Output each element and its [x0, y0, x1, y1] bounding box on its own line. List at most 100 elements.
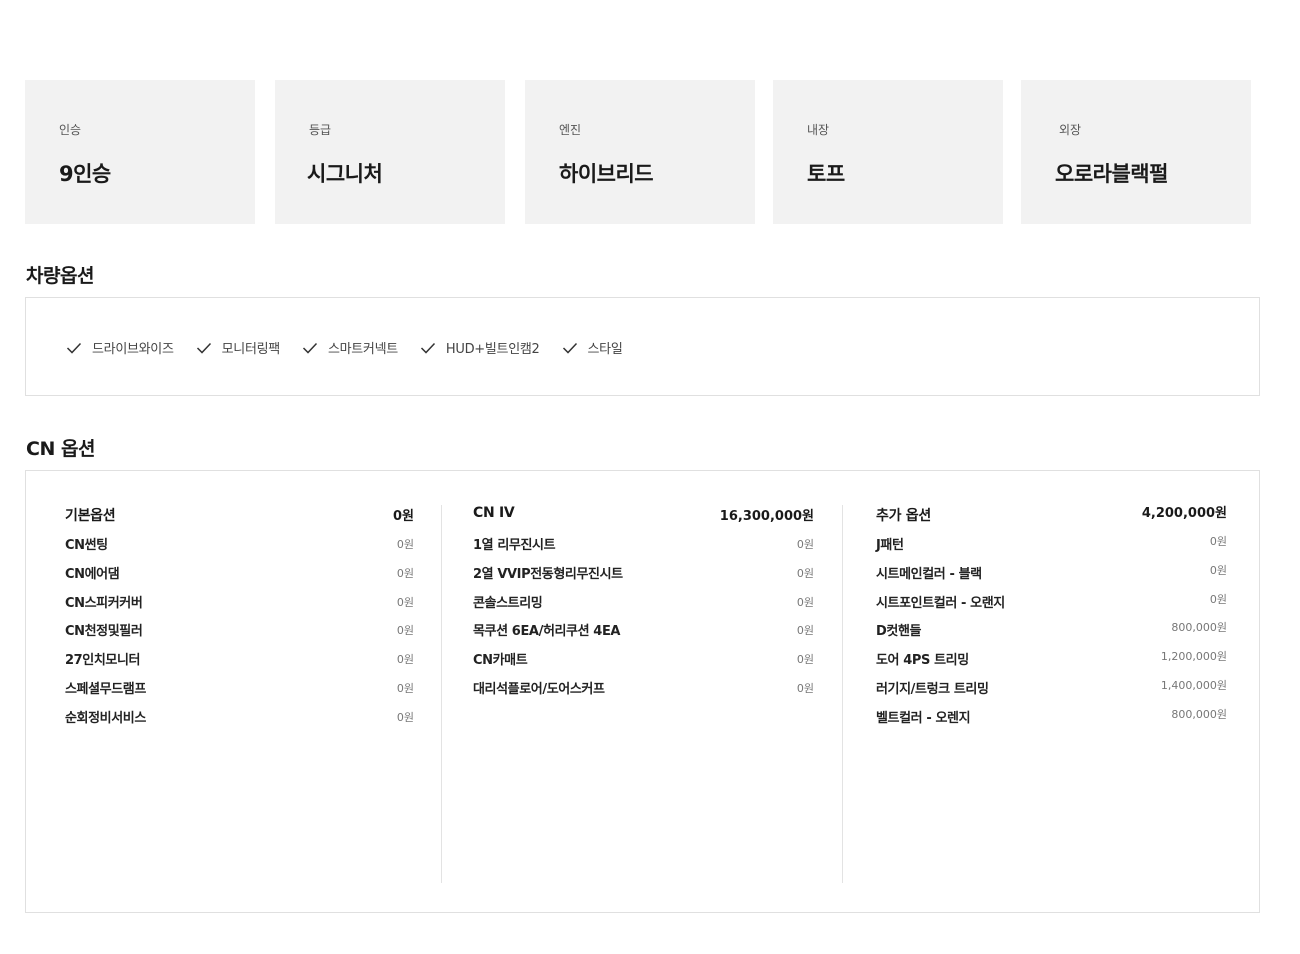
option-name: CN카매트: [473, 653, 528, 669]
option-row: CN썬팅 0원: [65, 534, 414, 563]
option-price: 0원: [396, 624, 414, 638]
vehicle-option-item: 스마트커넥트: [302, 338, 398, 357]
option-row: CN천정및필러 0원: [65, 620, 414, 649]
column-title: 추가 옵션: [876, 508, 931, 524]
option-price: 0원: [796, 538, 814, 551]
option-price: 1,400,000원: [1160, 678, 1227, 692]
spec-card-grade: 등급 시그니처: [275, 80, 505, 224]
option-name: 시트포인트컬러 - 오랜지: [876, 595, 1005, 611]
option-row: CN에어댐 0원: [65, 563, 414, 592]
spec-value: 오로라블랙펄: [1055, 162, 1168, 186]
cn-column-basic: 기본옵션 0원 CN썬팅 0원 CN에어댐 0원 CN스피커커버 0원 CN천정및필러…: [65, 505, 414, 736]
option-price: 0원: [396, 566, 414, 580]
option-price: 800,000원: [1171, 707, 1227, 721]
option-row: 벨트컬러 - 오렌지 800,000원: [876, 707, 1227, 736]
column-title: 기본옵션: [65, 508, 116, 524]
option-price: 0원: [1209, 535, 1227, 548]
option-row: 시트포인트컬러 - 오랜지 0원: [876, 592, 1227, 621]
cn-options-title: CN 옵션: [26, 438, 95, 460]
option-name: 목쿠션 6EA/허리쿠션 4EA: [473, 624, 621, 640]
option-name: 순회정비서비스: [65, 710, 146, 726]
column-title: CN IV: [473, 505, 515, 521]
check-icon: [66, 342, 82, 354]
option-price: 0원: [396, 595, 414, 609]
spec-card-interior: 내장 토프: [773, 80, 1003, 224]
option-row: 목쿠션 6EA/허리쿠션 4EA 0원: [473, 620, 814, 649]
column-header: CN IV 16,300,000원: [473, 505, 814, 525]
check-icon: [196, 342, 211, 354]
spec-value: 시그니처: [307, 162, 383, 186]
option-row: 27인치모니터 0원: [65, 649, 414, 678]
vehicle-options-title: 차량옵션: [26, 265, 94, 287]
option-row: 1열 리무진시트 0원: [473, 534, 814, 563]
column-total: 0원: [392, 509, 414, 524]
option-row: 러기지/트렁크 트리밍 1,400,000원: [876, 678, 1227, 707]
option-price: 800,000원: [1171, 621, 1227, 635]
check-icon: [420, 342, 435, 354]
vehicle-option-label: 스마트커넥트: [327, 342, 398, 357]
option-name: 시트메인컬러 - 블랙: [876, 566, 982, 582]
spec-value: 토프: [807, 162, 845, 186]
vehicle-option-label: HUD+빌트인캠2: [445, 342, 540, 357]
option-name: 도어 4PS 트리밍: [876, 653, 969, 669]
cn-column-cn-iv: CN IV 16,300,000원 1열 리무진시트 0원 2열 VVIP전동형리…: [473, 505, 814, 707]
option-row: D컷핸들 800,000원: [876, 620, 1227, 649]
spec-card-engine: 엔진 하이브리드: [525, 80, 755, 224]
option-name: CN스피커커버: [65, 595, 143, 611]
option-row: 스페셜무드램프 0원: [65, 678, 414, 707]
spec-label: 엔진: [559, 123, 582, 137]
option-row: J패턴 0원: [876, 534, 1227, 563]
option-row: 2열 VVIP전동형리무진시트 0원: [473, 563, 814, 592]
option-name: CN에어댐: [65, 566, 120, 582]
vehicle-option-item: 모니터링팩: [196, 338, 280, 357]
option-name: CN천정및필러: [65, 624, 143, 640]
spec-card-seating: 인승 9인승: [25, 80, 255, 224]
option-price: 0원: [796, 624, 814, 638]
vehicle-option-item: 드라이브와이즈: [66, 338, 174, 357]
option-price: 0원: [796, 653, 814, 667]
option-row: 도어 4PS 트리밍 1,200,000원: [876, 649, 1227, 678]
option-name: 벨트컬러 - 오렌지: [876, 710, 971, 726]
spec-label: 인승: [59, 123, 82, 137]
option-price: 1,200,000원: [1160, 650, 1227, 664]
option-name: 2열 VVIP전동형리무진시트: [473, 566, 623, 582]
option-price: 0원: [1209, 563, 1227, 577]
check-icon: [562, 342, 577, 354]
option-price: 0원: [396, 538, 414, 551]
column-divider: [441, 505, 442, 883]
option-name: J패턴: [876, 538, 904, 553]
cn-options-box: 기본옵션 0원 CN썬팅 0원 CN에어댐 0원 CN스피커커버 0원 CN천정및필러…: [25, 470, 1260, 913]
cn-column-additional: 추가 옵션 4,200,000원 J패턴 0원 시트메인컬러 - 블랙 0원 시트포…: [876, 505, 1227, 736]
option-price: 0원: [1209, 592, 1227, 606]
column-total: 4,200,000원: [1141, 506, 1227, 521]
option-name: CN썬팅: [65, 538, 108, 553]
vehicle-options-box: 드라이브와이즈 모니터링팩 스마트커넥트 HUD+빌트인캠2 스타일: [25, 297, 1260, 396]
vehicle-option-label: 스타일: [587, 342, 623, 357]
column-header: 추가 옵션 4,200,000원: [876, 505, 1227, 525]
option-name: 스페셜무드램프: [65, 681, 146, 697]
spec-value: 9인승: [59, 162, 111, 186]
option-name: 러기지/트렁크 트리밍: [876, 681, 989, 697]
option-row: 시트메인컬러 - 블랙 0원: [876, 563, 1227, 592]
option-price: 0원: [796, 681, 814, 695]
option-row: 대리석플로어/도어스커프 0원: [473, 678, 814, 707]
option-name: 콘솔스트리밍: [473, 595, 543, 611]
option-name: 27인치모니터: [65, 653, 141, 669]
spec-label: 외장: [1059, 123, 1082, 137]
vehicle-option-item: 스타일: [562, 338, 623, 357]
option-name: 1열 리무진시트: [473, 538, 556, 553]
column-divider: [842, 505, 843, 883]
vehicle-option-label: 모니터링팩: [221, 342, 281, 357]
spec-value: 하이브리드: [559, 162, 654, 186]
spec-label: 등급: [309, 123, 332, 137]
vehicle-options-list: 드라이브와이즈 모니터링팩 스마트커넥트 HUD+빌트인캠2 스타일: [66, 338, 645, 357]
option-name: D컷핸들: [876, 624, 922, 640]
column-total: 16,300,000원: [719, 509, 814, 524]
option-row: 콘솔스트리밍 0원: [473, 592, 814, 621]
option-price: 0원: [396, 653, 414, 667]
spec-label: 내장: [807, 123, 830, 137]
vehicle-option-label: 드라이브와이즈: [92, 342, 174, 357]
option-row: 순회정비서비스 0원: [65, 707, 414, 736]
column-header: 기본옵션 0원: [65, 505, 414, 525]
option-row: CN스피커커버 0원: [65, 592, 414, 621]
